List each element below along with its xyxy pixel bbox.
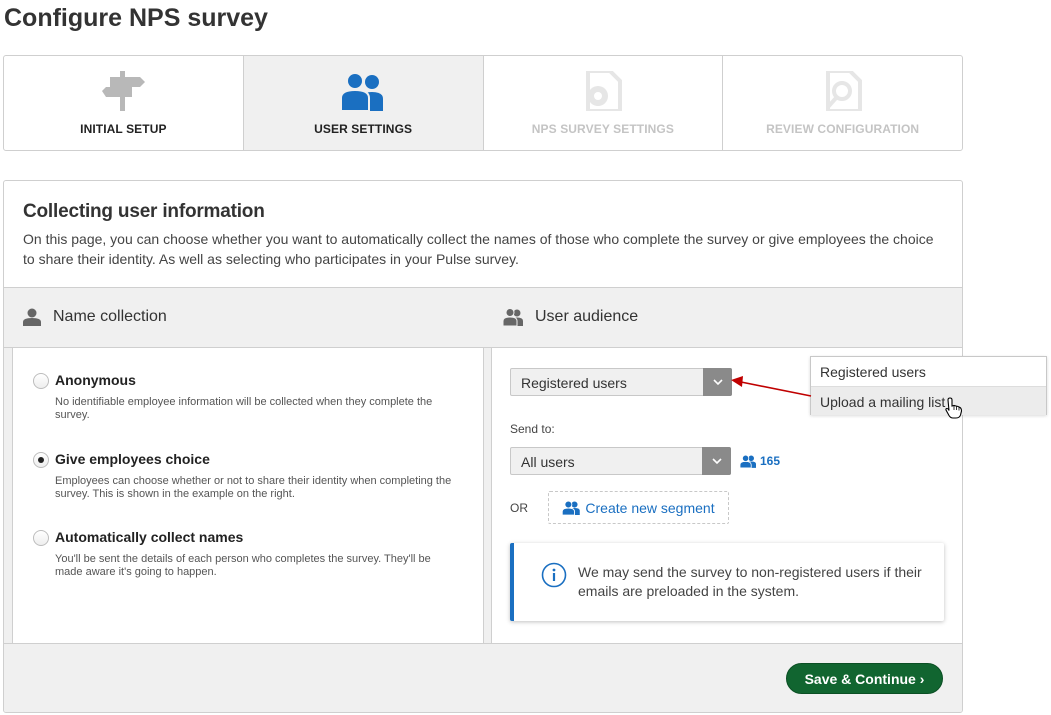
user-count: 165: [760, 454, 781, 468]
or-label: OR: [510, 501, 528, 515]
wizard-stepper: INITIAL SETUP USER SETTINGS NPS SURVEY S…: [3, 55, 963, 151]
card-footer: Save & Continue ›: [4, 643, 962, 712]
section-headers: Name collection User audience: [4, 288, 962, 348]
name-collection-heading: Name collection: [23, 308, 167, 326]
radio-button[interactable]: [33, 530, 49, 546]
name-collection-title: Name collection: [53, 308, 167, 325]
users-icon: [562, 500, 581, 515]
gear-document-icon: [585, 71, 622, 111]
step-label: REVIEW CONFIGURATION: [766, 122, 920, 136]
create-new-segment-button[interactable]: Create new segment: [548, 491, 729, 524]
step-label: INITIAL SETUP: [80, 122, 167, 136]
create-segment-label: Create new segment: [585, 499, 715, 516]
name-collection-panel: Anonymous No identifiable employee infor…: [12, 348, 484, 643]
audience-select-value: Registered users: [521, 375, 627, 391]
audience-dropdown-menu: Registered users Upload a mailing list: [810, 356, 1047, 415]
radio-label: Give employees choice: [55, 451, 210, 467]
radio-button[interactable]: [33, 452, 49, 468]
step-label: NPS SURVEY SETTINGS: [531, 122, 674, 136]
step-initial-setup[interactable]: INITIAL SETUP: [4, 56, 244, 150]
radio-label: Automatically collect names: [55, 529, 244, 545]
card-header: Collecting user information On this page…: [4, 181, 962, 288]
annotation-arrow-icon: [731, 376, 812, 397]
user-count-link[interactable]: 165: [740, 454, 780, 468]
info-callout: We may send the survey to non-registered…: [510, 543, 944, 621]
signpost-icon: [102, 71, 146, 111]
chevron-down-icon[interactable]: [703, 368, 732, 396]
page-title: Configure NPS survey: [4, 4, 268, 32]
radio-description: You'll be sent the details of each perso…: [55, 553, 431, 578]
card-description: On this page, you can choose whether you…: [23, 231, 934, 267]
send-to-select[interactable]: All users: [510, 447, 731, 475]
chevron-down-icon[interactable]: [702, 447, 731, 475]
user-icon: [23, 308, 41, 326]
magnifier-document-icon: [825, 71, 862, 111]
dropdown-option-upload-mailing-list[interactable]: Upload a mailing list: [811, 386, 1046, 415]
radio-description: Employees can choose whether or not to s…: [55, 475, 452, 500]
radio-label: Anonymous: [55, 372, 136, 388]
info-text: We may send the survey to non-registered…: [578, 564, 922, 599]
panel-gutter: [484, 348, 492, 643]
dropdown-option-registered-users[interactable]: Registered users: [811, 357, 1046, 386]
send-to-label: Send to:: [510, 422, 555, 436]
card-title: Collecting user information: [23, 201, 265, 222]
user-audience-title: User audience: [535, 308, 639, 325]
panel-gutter: [4, 348, 12, 643]
hand-cursor-icon: [945, 397, 963, 419]
info-icon: [541, 562, 567, 588]
save-continue-button[interactable]: Save & Continue ›: [786, 663, 943, 694]
step-review-configuration: REVIEW CONFIGURATION: [723, 56, 962, 150]
audience-select[interactable]: Registered users: [510, 368, 732, 396]
step-label: USER SETTINGS: [314, 122, 413, 136]
step-nps-survey-settings: NPS SURVEY SETTINGS: [484, 56, 724, 150]
user-settings-card: Collecting user information On this page…: [3, 180, 963, 713]
radio-description: No identifiable employee information wil…: [55, 396, 433, 421]
step-user-settings[interactable]: USER SETTINGS: [243, 56, 484, 150]
radio-button[interactable]: [33, 373, 49, 389]
send-to-select-value: All users: [521, 454, 575, 470]
users-icon: [503, 308, 523, 326]
users-icon: [340, 72, 384, 111]
users-icon: [740, 454, 756, 468]
user-audience-heading: User audience: [503, 308, 638, 326]
